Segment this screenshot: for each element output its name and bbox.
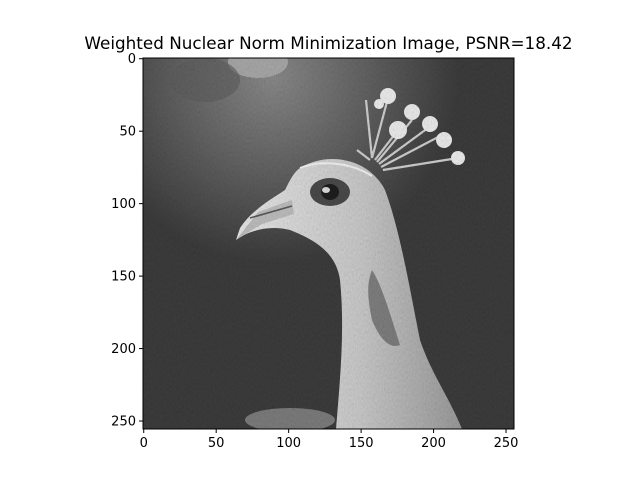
eye-highlight [322,187,330,193]
x-tick-label: 0 [140,436,148,451]
y-tick-label: 150 [111,270,136,285]
x-axis: 0 50 100 150 200 250 [140,429,519,451]
background-highlight [245,408,335,429]
image-display [143,58,514,429]
x-tick-label: 150 [349,436,374,451]
y-axis: 0 50 100 150 200 250 [111,52,143,430]
y-tick-label: 0 [128,52,136,67]
x-tick-label: 250 [494,436,519,451]
chart-title: Weighted Nuclear Norm Minimization Image… [84,33,572,53]
background-highlight [170,58,240,102]
y-tick-label: 200 [111,342,136,357]
x-tick-label: 200 [421,436,446,451]
y-tick-label: 100 [111,197,136,212]
x-tick-label: 50 [208,436,225,451]
figure: Weighted Nuclear Norm Minimization Image… [84,33,572,451]
x-tick-label: 100 [276,436,301,451]
y-tick-label: 250 [111,415,136,430]
y-tick-label: 50 [119,125,136,140]
